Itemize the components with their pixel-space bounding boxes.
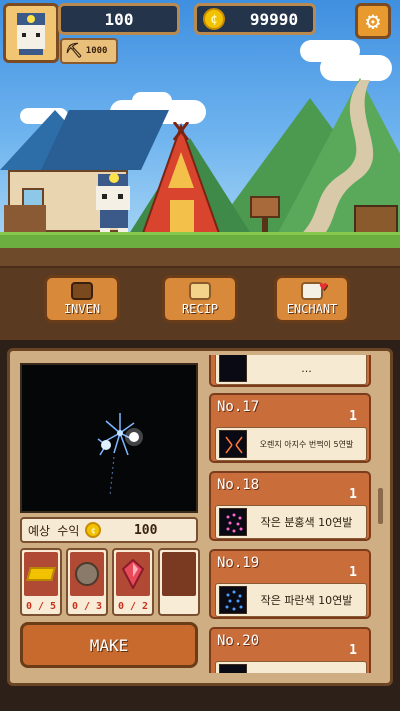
- recipe-card[interactable]: No.18 1 작은 분홍색 10연발: [209, 471, 371, 541]
- recipe-name: 작은 파란색 10연발: [260, 594, 353, 607]
- recipe-quantity: 1: [349, 487, 357, 502]
- recipe-card[interactable]: No.19 1 작은 파란색 10연발: [209, 549, 371, 619]
- gold-coin-icon: ¢: [203, 8, 225, 30]
- level-value: 100: [104, 9, 134, 29]
- recipe-number: No.19: [217, 555, 260, 571]
- recipe-number: No.18: [217, 477, 260, 493]
- enchant-button[interactable]: ♥ ENCHANT: [274, 275, 350, 323]
- ingredient-count: 0 / 5: [25, 601, 57, 612]
- firework-thumb: [219, 430, 247, 458]
- firework-preview: [20, 363, 198, 513]
- ingredient-slot-ore[interactable]: 0 / 3: [66, 548, 108, 616]
- recipe-card[interactable]: No.17 1 오렌지 아지수 번쩍이 5연발: [209, 393, 371, 463]
- income-label: 예상 수익: [28, 523, 80, 538]
- player-avatar[interactable]: [3, 3, 59, 63]
- recipe-name: 작은 분홍색 10연발: [260, 516, 353, 529]
- recipe-card[interactable]: ...: [209, 355, 371, 387]
- ingredient-slot-empty[interactable]: [158, 548, 200, 616]
- level-display: 100: [58, 3, 180, 35]
- recipe-name: ...: [301, 361, 312, 375]
- recipe-label: RECIP: [181, 302, 219, 316]
- inventory-button[interactable]: INVEN: [44, 275, 120, 323]
- grass-ground: [0, 232, 400, 248]
- pickaxe-icon: ⛏: [65, 43, 83, 59]
- firework-thumb: [219, 508, 247, 536]
- gold-bar-icon: [26, 567, 56, 581]
- recipe-number: No.20: [217, 633, 260, 649]
- firework-thumb: [219, 664, 247, 673]
- recipe-quantity: 1: [349, 643, 357, 658]
- recipe-name: ...: [247, 672, 366, 674]
- recipe-name: 오렌지 아지수 번쩍이 5연발: [259, 439, 354, 449]
- cat-miner-icon: [17, 13, 45, 55]
- recipe-quantity: 1: [349, 565, 357, 580]
- income-value: 100: [133, 522, 158, 538]
- inventory-label: INVEN: [63, 302, 101, 316]
- recipe-button[interactable]: RECIP: [162, 275, 238, 323]
- recipe-card[interactable]: No.20 1 ...: [209, 627, 371, 673]
- world-scene: [0, 0, 400, 248]
- ingredient-count: 0 / 3: [71, 601, 103, 612]
- gold-value: 99990: [249, 9, 299, 29]
- ingredient-count: 0 / 2: [117, 601, 149, 612]
- crates: [354, 205, 398, 235]
- make-label: MAKE: [89, 635, 129, 655]
- signpost: [250, 196, 280, 218]
- ore-icon: [75, 562, 99, 586]
- pickaxe-counter: ⛏ 1000: [60, 38, 118, 64]
- teepee-tent: [140, 122, 222, 237]
- gold-coin-icon: ¢: [85, 522, 102, 538]
- recipe-list-scrollbar[interactable]: [378, 488, 383, 524]
- gold-display: ¢ 99990: [194, 3, 316, 35]
- enchant-label: ENCHANT: [286, 302, 338, 316]
- heart-icon: ♥: [319, 280, 327, 294]
- ingredient-slot-gold[interactable]: 0 / 5: [20, 548, 62, 616]
- recipe-quantity: 1: [349, 409, 357, 424]
- pickaxe-count: 1000: [85, 46, 108, 56]
- firework-thumb: [219, 586, 247, 614]
- expected-income: 예상 수익 ¢ 100: [20, 517, 198, 543]
- recipe-list[interactable]: ... No.17 1 오렌지 아지수 번쩍이 5연발 No.18 1 작은 분…: [205, 355, 375, 673]
- settings-button[interactable]: ⚙: [355, 3, 391, 39]
- red-gem-icon: [122, 559, 144, 589]
- book-icon: [189, 282, 211, 300]
- firework-sparkle: [97, 413, 143, 496]
- gear-icon: ⚙: [365, 7, 381, 35]
- ingredient-slot-gem[interactable]: 0 / 2: [112, 548, 154, 616]
- cat-miner-character[interactable]: [84, 170, 140, 238]
- firework-thumb: [219, 355, 247, 382]
- make-button[interactable]: MAKE: [20, 622, 198, 668]
- chest-icon: [71, 282, 93, 300]
- recipe-number: No.17: [217, 399, 260, 415]
